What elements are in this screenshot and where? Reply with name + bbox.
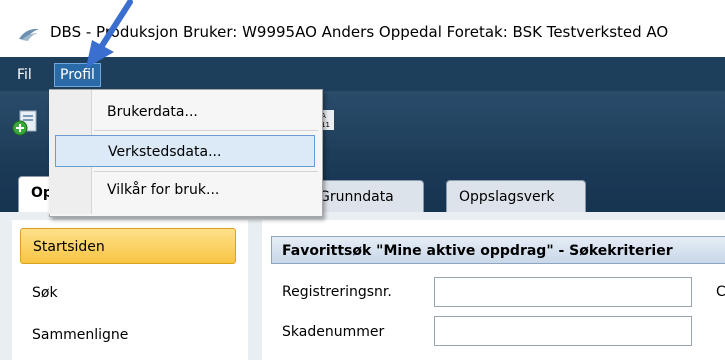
menu-bar bbox=[0, 57, 725, 91]
menu-fil[interactable]: Fil bbox=[12, 63, 37, 87]
app-logo-icon bbox=[19, 28, 39, 41]
menu-item-vilkar-for-bruk[interactable]: Vilkår for bruk... bbox=[94, 174, 314, 206]
registreringsnr-input[interactable] bbox=[434, 277, 692, 307]
search-criteria-header: Favorittsøk "Mine aktive oppdrag" - Søke… bbox=[271, 236, 725, 264]
skadenummer-label: Skadenummer bbox=[282, 324, 385, 340]
truncated-label: C bbox=[716, 284, 725, 300]
window-title: DBS - Produksjon Bruker: W9995AO Anders … bbox=[50, 23, 669, 41]
new-document-icon[interactable] bbox=[12, 108, 40, 136]
tab-oppslagsverk[interactable]: Oppslagsverk bbox=[446, 180, 586, 213]
menu-separator bbox=[94, 171, 318, 172]
menu-item-verkstedsdata[interactable]: Verkstedsdata... bbox=[55, 135, 315, 167]
sidebar-item-sok[interactable]: Søk bbox=[20, 275, 248, 311]
menu-separator bbox=[94, 130, 318, 131]
skadenummer-input[interactable] bbox=[434, 316, 692, 346]
tab-grunndata[interactable]: Grunndata bbox=[306, 180, 424, 213]
registreringsnr-label: Registreringsnr. bbox=[282, 284, 392, 300]
sidebar-item-startsiden[interactable]: Startsiden bbox=[20, 228, 236, 264]
sidebar-item-sammenligne[interactable]: Sammenligne bbox=[20, 317, 248, 353]
menu-item-brukerdata[interactable]: Brukerdata... bbox=[94, 96, 314, 128]
menu-profil[interactable]: Profil bbox=[54, 63, 101, 87]
